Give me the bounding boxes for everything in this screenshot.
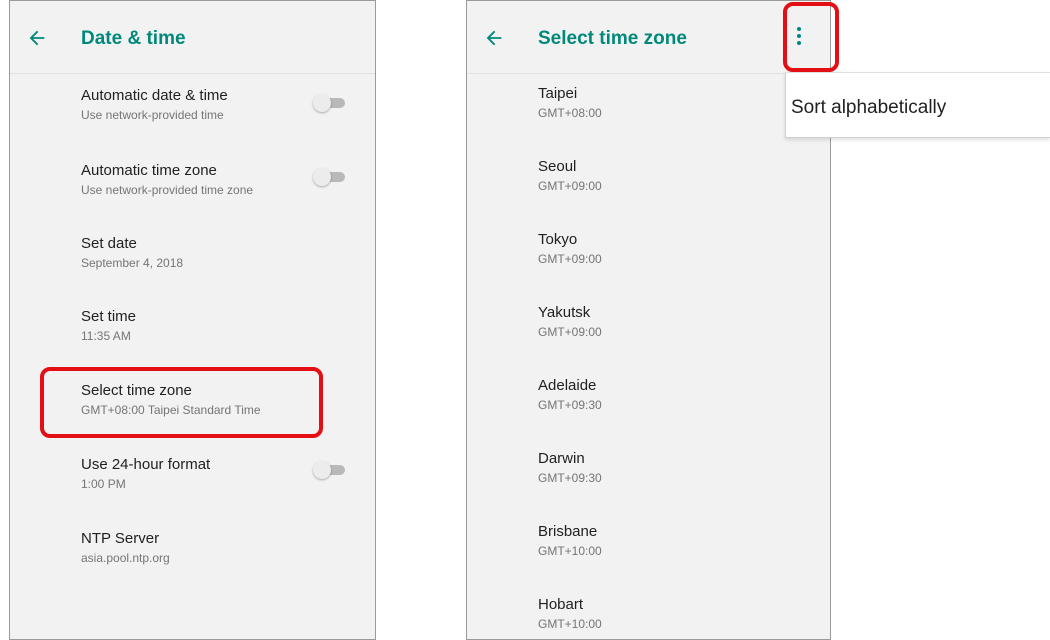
setting-summary: GMT+08:00 Taipei Standard Time: [81, 403, 261, 417]
time-zone-item[interactable]: Tokyo GMT+09:00: [538, 230, 798, 268]
select-time-zone-setting[interactable]: Select time zone GMT+08:00 Taipei Standa…: [81, 381, 361, 419]
setting-summary: asia.pool.ntp.org: [81, 551, 170, 565]
time-zone-offset: GMT+09:00: [538, 325, 602, 339]
time-zone-name: Yakutsk: [538, 304, 591, 321]
setting-title: Set time: [81, 308, 137, 325]
time-zone-offset: GMT+10:00: [538, 617, 602, 631]
setting-summary: 11:35 AM: [81, 329, 131, 343]
setting-title: Set date: [81, 235, 137, 252]
time-zone-item[interactable]: Adelaide GMT+09:30: [538, 376, 798, 414]
arrow-left-icon[interactable]: [483, 27, 505, 49]
date-time-screen: Date & time Automatic date & time Use ne…: [9, 0, 376, 640]
time-zone-name: Adelaide: [538, 377, 597, 394]
automatic-date-time-switch[interactable]: [313, 94, 347, 112]
use-24-hour-format-switch[interactable]: [313, 461, 347, 479]
time-zone-name: Seoul: [538, 158, 577, 175]
time-zone-offset: GMT+09:30: [538, 398, 602, 412]
time-zone-item[interactable]: Brisbane GMT+10:00: [538, 522, 798, 560]
time-zone-offset: GMT+10:00: [538, 544, 602, 558]
page-title: Date & time: [81, 28, 186, 49]
time-zone-item[interactable]: Yakutsk GMT+09:00: [538, 303, 798, 341]
ntp-server-setting[interactable]: NTP Server asia.pool.ntp.org: [81, 529, 361, 567]
time-zone-name: Brisbane: [538, 523, 598, 540]
time-zone-item[interactable]: Seoul GMT+09:00: [538, 157, 798, 195]
time-zone-name: Hobart: [538, 596, 584, 613]
automatic-time-zone-switch[interactable]: [313, 168, 347, 186]
time-zone-offset: GMT+09:30: [538, 471, 602, 485]
time-zone-offset: GMT+08:00: [538, 106, 602, 120]
time-zone-offset: GMT+09:00: [538, 252, 602, 266]
setting-summary: September 4, 2018: [81, 256, 184, 270]
time-zone-name: Tokyo: [538, 231, 578, 248]
sort-alphabetically-menu-item[interactable]: Sort alphabetically: [791, 97, 946, 119]
time-zone-name: Darwin: [538, 450, 585, 467]
setting-title: Select time zone: [81, 382, 192, 399]
time-zone-name: Taipei: [538, 85, 578, 102]
page-title: Select time zone: [538, 28, 687, 49]
time-zone-item[interactable]: Hobart GMT+10:00: [538, 595, 798, 633]
set-date-setting[interactable]: Set date September 4, 2018: [81, 234, 361, 272]
set-time-setting[interactable]: Set time 11:35 AM: [81, 307, 361, 345]
overflow-menu: Sort alphabetically: [785, 72, 1050, 138]
setting-title: NTP Server: [81, 530, 160, 547]
time-zone-app-bar: Select time zone: [467, 1, 830, 74]
more-vert-icon[interactable]: [777, 14, 821, 58]
select-time-zone-screen: Select time zone Taipei GMT+08:00 Seoul …: [466, 0, 831, 640]
time-zone-offset: GMT+09:00: [538, 179, 602, 193]
time-zone-item[interactable]: Darwin GMT+09:30: [538, 449, 798, 487]
arrow-left-icon[interactable]: [26, 27, 48, 49]
time-zone-item[interactable]: Taipei GMT+08:00: [538, 84, 798, 122]
date-time-app-bar: Date & time: [10, 1, 375, 74]
